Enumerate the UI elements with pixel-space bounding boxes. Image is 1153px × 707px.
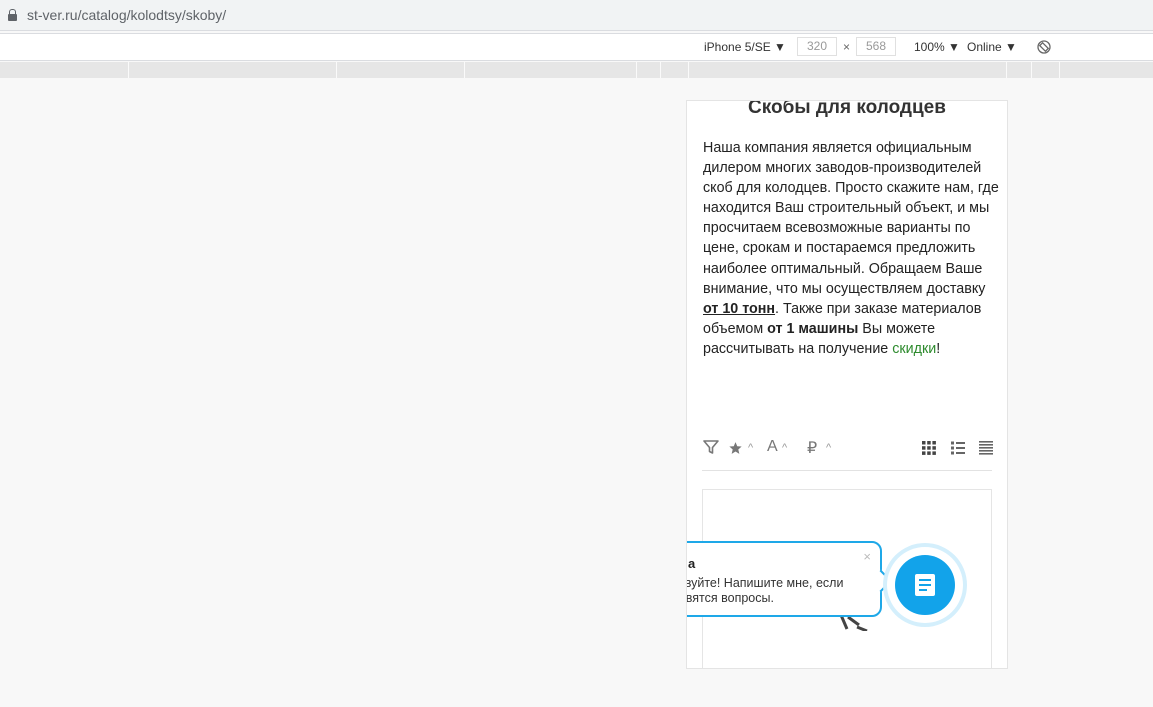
- toolbar-divider: [702, 470, 992, 471]
- chat-message: твуйте! Напишите мне, если явятся вопрос…: [686, 576, 844, 605]
- rotate-icon[interactable]: [1037, 40, 1051, 54]
- chat-open-button[interactable]: [895, 555, 955, 615]
- chat-popup[interactable]: a твуйте! Напишите мне, если явятся вопр…: [686, 541, 893, 617]
- grid-view-icon[interactable]: [922, 441, 936, 455]
- close-icon[interactable]: ×: [863, 549, 871, 564]
- list-view-icon[interactable]: [951, 441, 965, 455]
- lock-icon: [8, 9, 17, 21]
- discount-link[interactable]: скидки: [892, 341, 936, 357]
- chat-sender: a: [688, 556, 696, 571]
- filter-icon[interactable]: [703, 440, 719, 455]
- font-icon[interactable]: A: [767, 438, 778, 456]
- device-viewport: Скобы для колодцев Наша компания являетс…: [686, 100, 1008, 669]
- device-toolbar: iPhone 5/SE ▼ 320 × 568 100% ▼ Online ▼: [0, 33, 1153, 61]
- page-title: Скобы для колодцев: [748, 100, 946, 118]
- sort-name-caret[interactable]: ^: [782, 442, 787, 454]
- ruble-icon[interactable]: ₽: [807, 438, 817, 458]
- device-select[interactable]: iPhone 5/SE ▼: [704, 40, 786, 54]
- media-query-ruler[interactable]: [0, 62, 1153, 78]
- sort-price-caret[interactable]: ^: [826, 442, 831, 454]
- sort-toolbar: ^ A ^ ₽ ^: [703, 438, 993, 460]
- chat-icon: [915, 574, 935, 596]
- network-select[interactable]: Online ▼: [967, 40, 1017, 54]
- height-input[interactable]: 568: [856, 37, 896, 56]
- table-view-icon[interactable]: [979, 441, 993, 455]
- width-input[interactable]: 320: [797, 37, 837, 56]
- dims-separator: ×: [843, 40, 851, 54]
- sort-rating-caret[interactable]: ^: [748, 442, 753, 454]
- url-text[interactable]: st-ver.ru/catalog/kolodtsy/skoby/: [27, 7, 226, 23]
- zoom-select[interactable]: 100% ▼: [914, 40, 960, 54]
- category-description: Наша компания является официальным дилер…: [703, 140, 999, 357]
- star-icon[interactable]: [728, 441, 743, 455]
- volume-highlight: от 1 машины: [767, 320, 859, 337]
- delivery-min-highlight: от 10 тонн: [703, 300, 776, 317]
- address-bar[interactable]: st-ver.ru/catalog/kolodtsy/skoby/: [0, 0, 1153, 31]
